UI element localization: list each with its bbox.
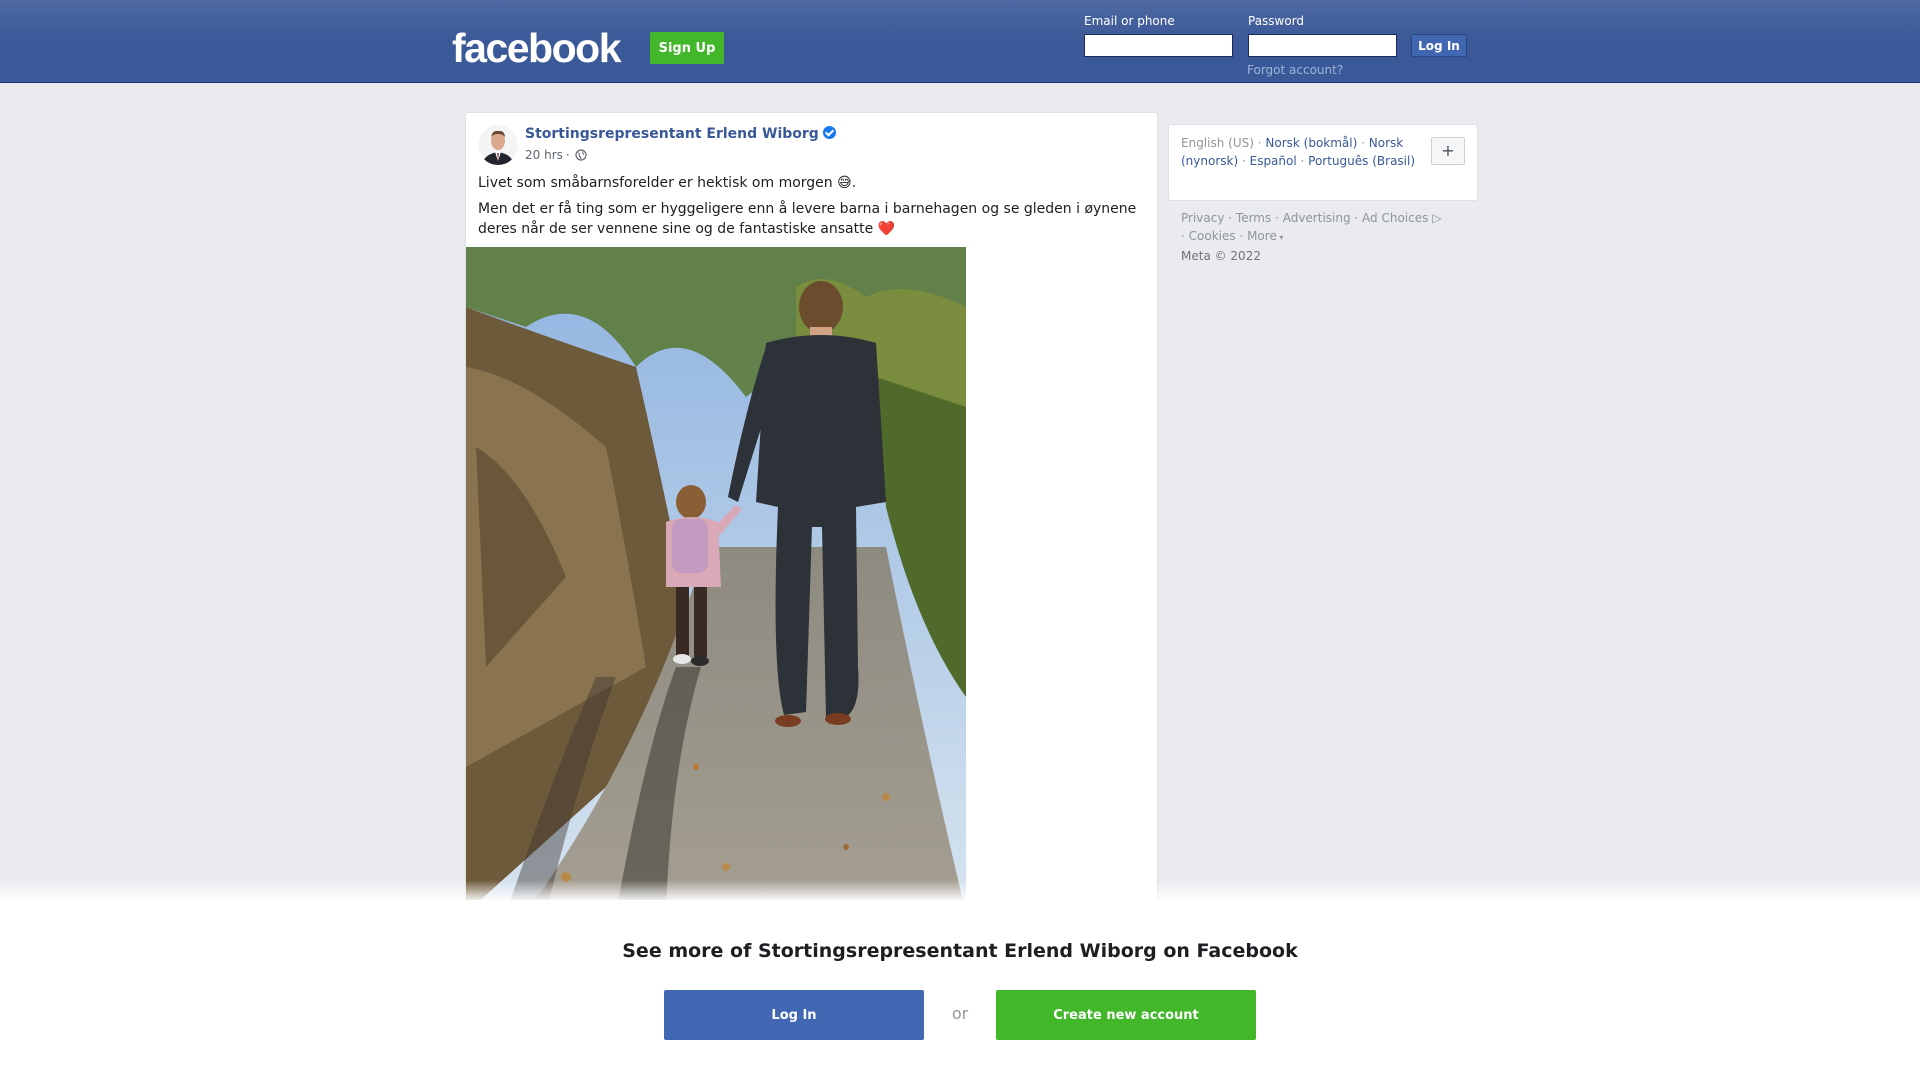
facebook-logo[interactable]: facebook (452, 24, 622, 72)
post-author[interactable]: Stortingsrepresentant Erlend Wiborg (525, 126, 836, 142)
avatar[interactable] (478, 125, 518, 165)
footer-links: Privacy · Terms · Advertising · Ad Choic… (1181, 209, 1481, 265)
footer-link-row: Privacy · Terms · Advertising · Ad Choic… (1181, 211, 1442, 225)
footer-link-row: · Cookies · More ▾ (1181, 229, 1284, 243)
footer-link-advertising[interactable]: Advertising (1283, 211, 1351, 225)
post-text-line: Livet som småbarnsforelder er hektisk om… (478, 175, 857, 191)
globe-icon (575, 149, 587, 161)
plus-icon[interactable]: + (1431, 137, 1465, 165)
ad-choices-icon: ▷ (1428, 211, 1442, 225)
post-photo[interactable] (466, 247, 966, 913)
language-current: English (US) (1181, 136, 1254, 150)
password-field[interactable] (1248, 34, 1397, 57)
language-list: English (US) · Norsk (bokmål) · Norsk (n… (1181, 136, 1416, 168)
language-item[interactable]: Español (1250, 154, 1297, 168)
overlay-log-in-button[interactable]: Log In (664, 990, 924, 1040)
language-selector: English (US) · Norsk (bokmål) · Norsk (n… (1168, 124, 1478, 201)
language-item[interactable]: Português (Brasil) (1308, 154, 1415, 168)
email-label: Email or phone (1084, 14, 1175, 28)
top-bar: facebook Sign Up Email or phone Password… (0, 0, 1920, 83)
language-item[interactable]: Norsk (bokmål) (1265, 136, 1357, 150)
log-in-button[interactable]: Log In (1411, 34, 1467, 57)
overlay-fade (0, 880, 1920, 900)
post-time[interactable]: 20 hrs (525, 148, 563, 162)
email-field[interactable] (1084, 34, 1233, 57)
footer-link-terms[interactable]: Terms (1236, 211, 1271, 225)
overlay-or: or (951, 1004, 969, 1023)
copyright: Meta © 2022 (1181, 249, 1261, 263)
post-text: Livet som småbarnsforelder er hektisk om… (478, 173, 1148, 245)
verified-badge-icon (822, 126, 836, 139)
password-label: Password (1248, 14, 1305, 28)
footer-link-cookies[interactable]: Cookies (1189, 229, 1236, 243)
post-card: Stortingsrepresentant Erlend Wiborg 20 h… (465, 112, 1158, 943)
caret-down-icon: ▾ (1276, 233, 1284, 242)
footer-link-ad-choices[interactable]: Ad Choices (1362, 211, 1428, 225)
author-name[interactable]: Stortingsrepresentant Erlend Wiborg (525, 126, 819, 142)
post-meta: 20 hrs · (525, 148, 587, 162)
overlay-headline: See more of Stortingsrepresentant Erlend… (622, 940, 1298, 962)
login-overlay (0, 900, 1920, 1080)
meta-separator: · (565, 148, 570, 162)
forgot-account-link[interactable]: Forgot account? (1247, 63, 1343, 77)
post-text-line: Men det er få ting som er hyggeligere en… (478, 201, 1137, 237)
footer-link-more[interactable]: More (1247, 229, 1277, 243)
sign-up-button[interactable]: Sign Up (650, 32, 724, 64)
create-account-button[interactable]: Create new account (996, 990, 1256, 1040)
footer-link-privacy[interactable]: Privacy (1181, 211, 1224, 225)
